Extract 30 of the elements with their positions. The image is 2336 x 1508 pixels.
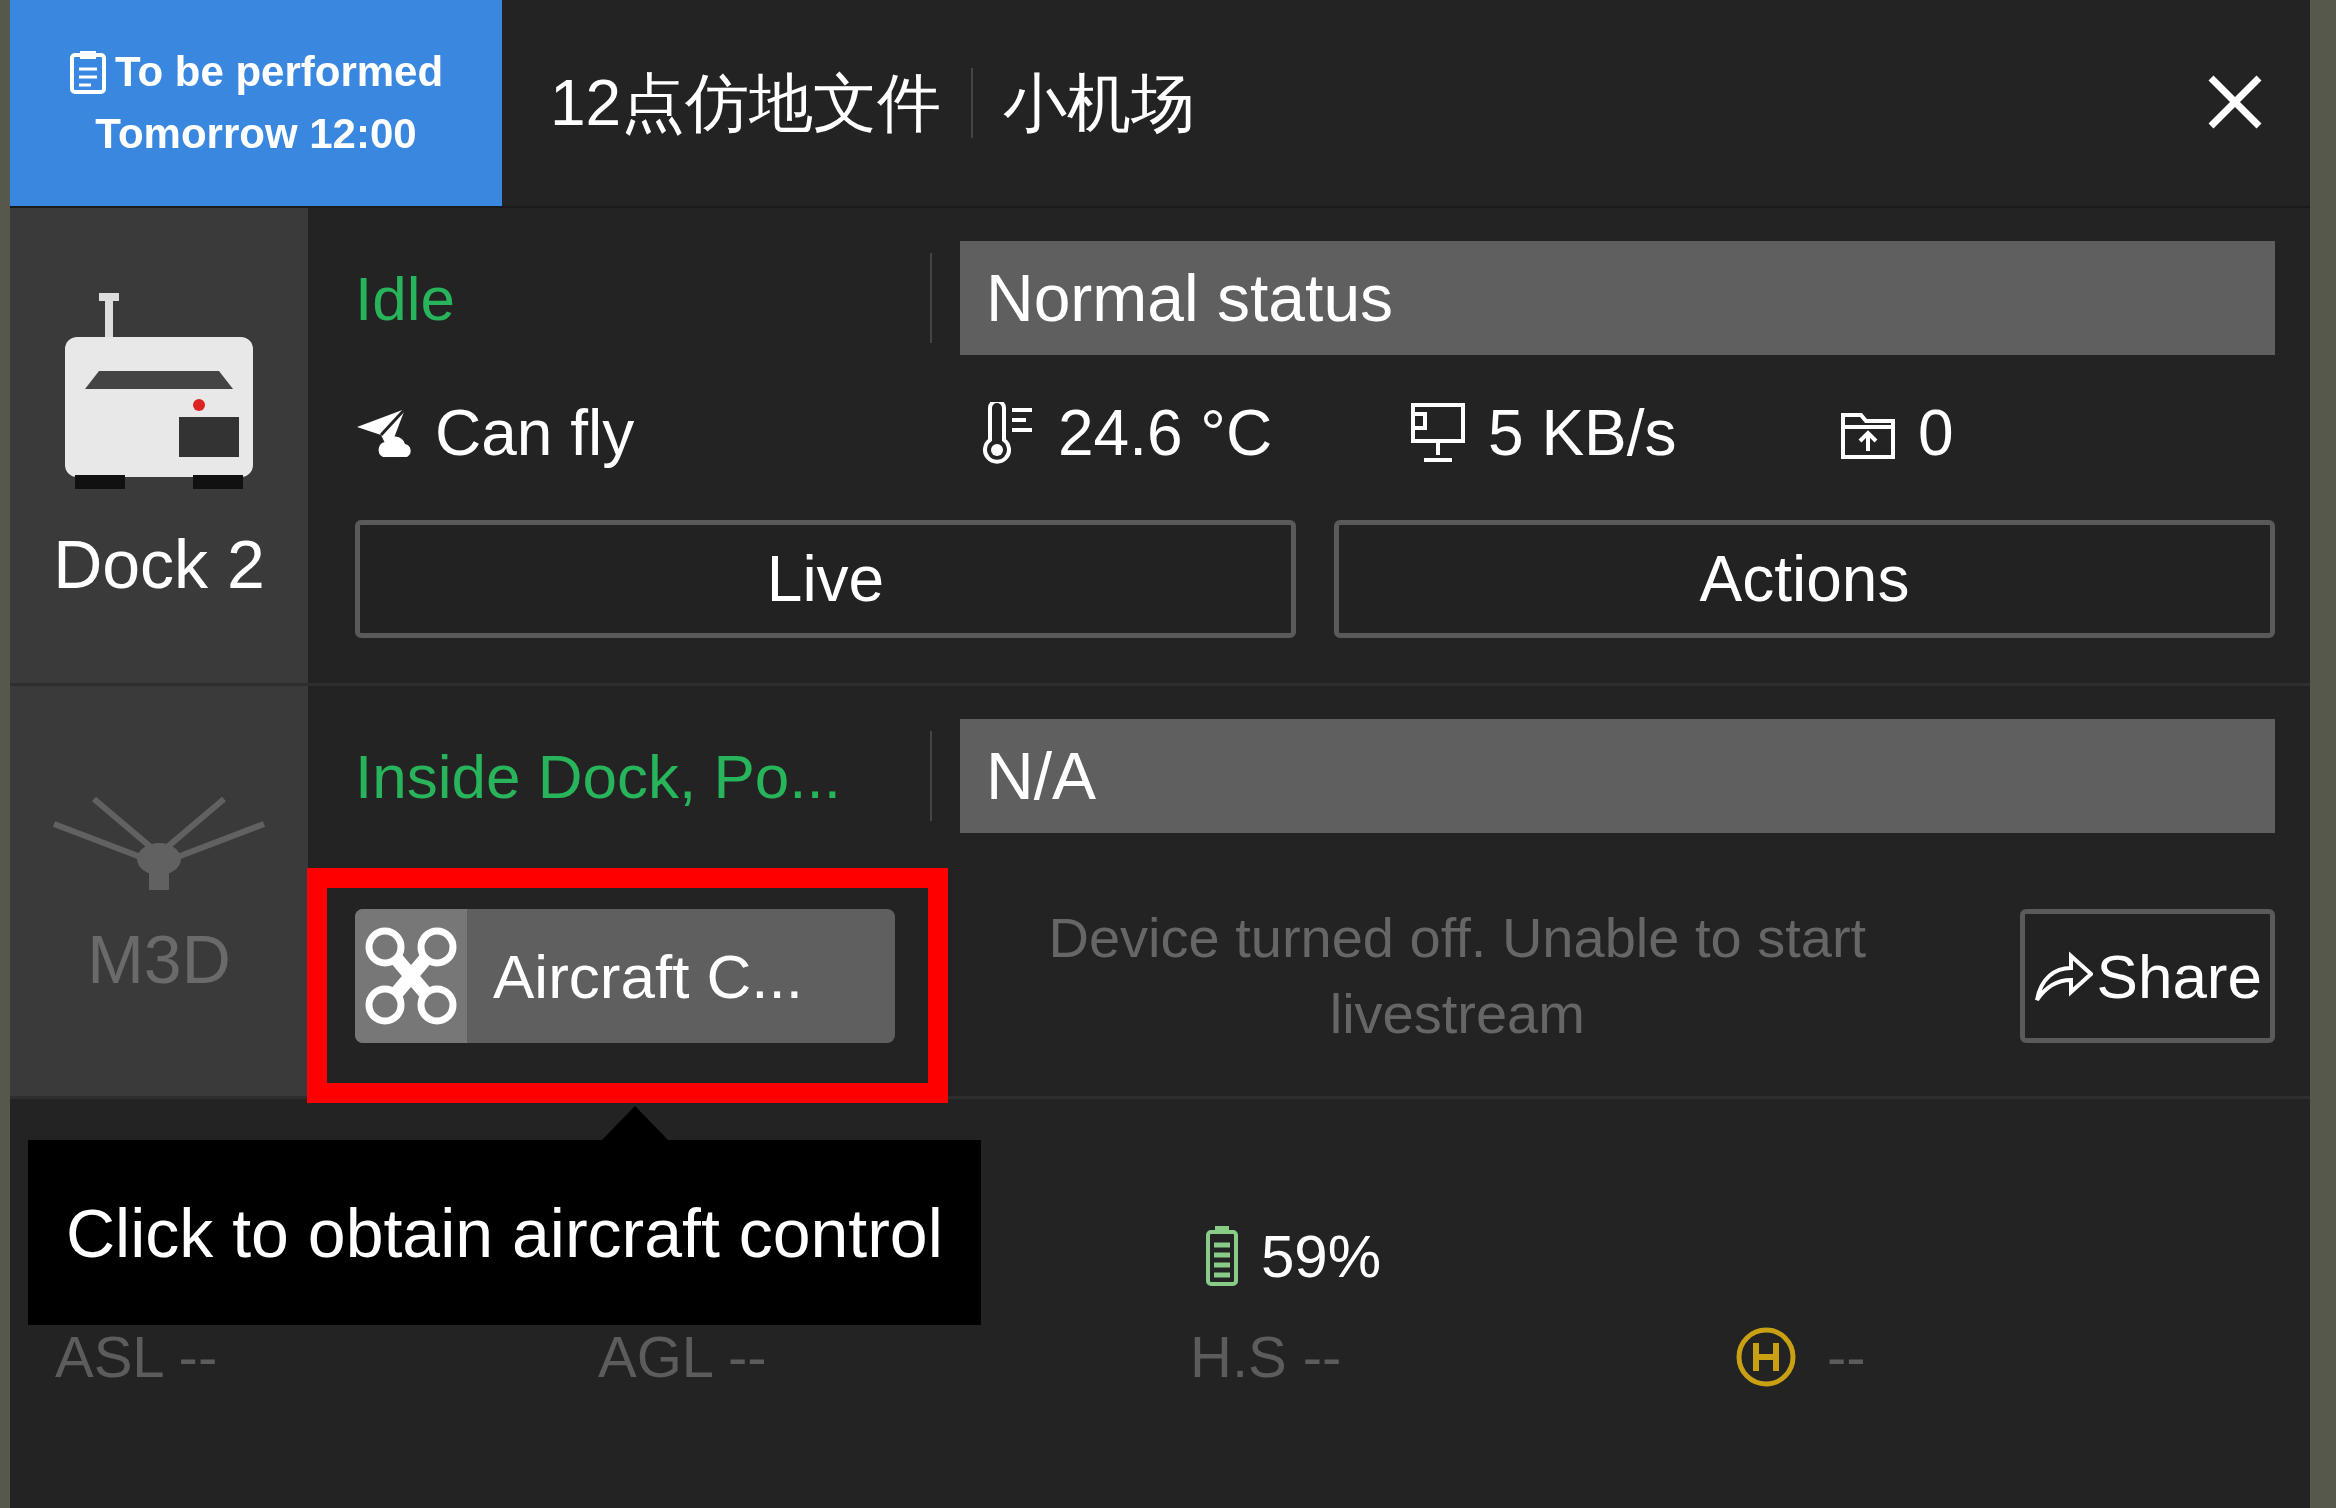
telemetry-value: AGL --: [598, 1323, 767, 1390]
alert-status-bar: N/A: [960, 719, 2275, 833]
action-button[interactable]: Actions: [1334, 520, 2275, 638]
dock-site-name: 小机场: [1003, 65, 1196, 141]
telemetry-value: ASL --: [55, 1323, 218, 1390]
device-status: Inside Dock, Po...: [355, 740, 842, 812]
livestream-message: Device turned off. Unable to start livestream: [1047, 905, 1868, 1047]
telemetry-value: --: [1827, 1323, 1866, 1390]
alert-status-bar: Normal status: [960, 241, 2275, 355]
device-name: Dock 2: [53, 524, 265, 603]
plane-cloud-icon: [355, 407, 413, 459]
task-status: To be performed: [114, 48, 444, 96]
tooltip: Click to obtain aircraft control: [28, 1140, 981, 1325]
monitor-icon: [1410, 402, 1466, 464]
home-point-icon: [1735, 1325, 1797, 1388]
task-time: Tomorrow 12:00: [95, 110, 417, 158]
battery-icon: [1205, 1225, 1239, 1287]
aircraft-control-button[interactable]: Aircraft C...: [355, 909, 895, 1043]
flight-plan-name: 12点仿地文件: [550, 65, 942, 141]
stat-value: Can fly: [435, 396, 635, 470]
device-status: Idle: [355, 262, 456, 334]
stat-value: 24.6 °C: [1058, 396, 1273, 470]
action-button[interactable]: Live: [355, 520, 1296, 638]
drone-icon: [355, 909, 467, 1043]
stat-value: 5 KB/s: [1488, 396, 1677, 470]
telemetry-value: H.S --: [1190, 1323, 1342, 1390]
battery-percentage: 59%: [1261, 1221, 1382, 1291]
stat-value: 0: [1918, 396, 1954, 470]
share-button[interactable]: Share: [2019, 909, 2275, 1043]
clipboard-icon: [68, 49, 107, 95]
